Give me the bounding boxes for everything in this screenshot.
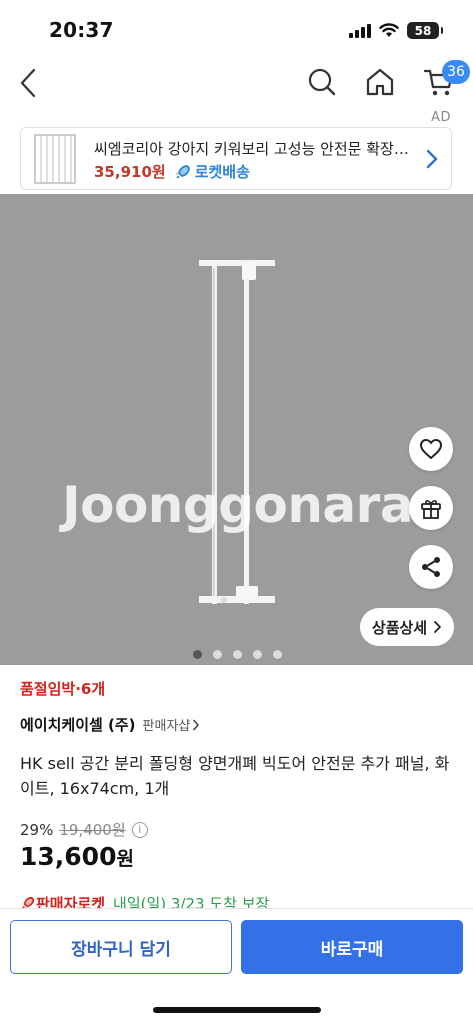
wishlist-button[interactable] xyxy=(409,427,453,471)
watermark-logo: Joonggonara xyxy=(62,476,414,534)
cart-count-badge: 36 xyxy=(442,60,470,84)
status-time: 20:37 xyxy=(49,18,114,42)
status-icons: 58 xyxy=(349,22,443,39)
seller-shop-link[interactable]: 판매자샵 xyxy=(143,715,201,734)
sale-price: 13,600원 xyxy=(20,842,134,871)
original-price: 19,400원 xyxy=(59,821,126,839)
discount-row: 29% 19,400원 i xyxy=(20,819,148,840)
sale-price-value: 13,600 xyxy=(20,842,117,871)
home-indicator xyxy=(153,1007,321,1013)
rocket-icon xyxy=(175,164,190,179)
delivery-date: 내일(일) 3/23 도착 보장 xyxy=(113,895,270,909)
share-button[interactable] xyxy=(409,545,453,589)
add-to-cart-button[interactable]: 장바구니 담기 xyxy=(10,920,232,974)
seller-row: 에이치케이셀 (주) 판매자샵 xyxy=(20,714,200,735)
buy-now-button[interactable]: 바로구매 xyxy=(241,920,463,974)
battery-indicator: 58 xyxy=(407,22,443,39)
discount-rate: 29% xyxy=(20,820,54,839)
ad-title: 씨엠코리아 강아지 키워보리 고성능 안전문 확장패널 xyxy=(94,140,414,158)
seller-rocket-text: 판매자로켓 xyxy=(36,895,106,909)
gallery-dot[interactable] xyxy=(233,650,242,659)
product-image-gallery[interactable]: Joonggonara 상품상세 xyxy=(0,194,473,665)
heart-icon xyxy=(420,439,442,459)
chevron-right-icon xyxy=(426,149,438,169)
gallery-dot[interactable] xyxy=(273,650,282,659)
ad-product-thumbnail xyxy=(29,131,81,187)
battery-level: 58 xyxy=(414,23,432,38)
delivery-info: 판매자로켓 내일(일) 3/23 도착 보장 xyxy=(20,893,269,909)
bottom-action-bar: 장바구니 담기 바로구매 xyxy=(0,908,473,1024)
seller-shop-label: 판매자샵 xyxy=(142,719,191,734)
info-icon[interactable]: i xyxy=(131,821,148,838)
gallery-dot[interactable] xyxy=(253,650,262,659)
wifi-icon xyxy=(379,23,399,37)
ad-price: 35,910원 xyxy=(94,163,166,181)
seller-rocket-badge: 판매자로켓 xyxy=(20,893,105,909)
rocket-delivery-text: 로켓배송 xyxy=(194,163,250,181)
gallery-pagination[interactable] xyxy=(193,650,282,659)
top-nav-bar xyxy=(0,58,473,108)
stock-warning: 품절임박·6개 xyxy=(20,680,106,698)
status-bar: 20:37 58 xyxy=(0,0,473,58)
rocket-icon xyxy=(22,896,35,909)
home-icon[interactable] xyxy=(364,66,396,98)
gallery-dot[interactable] xyxy=(193,650,202,659)
ad-banner[interactable]: 씨엠코리아 강아지 키워보리 고성능 안전문 확장패널 35,910원 로켓배송 xyxy=(20,127,452,190)
product-detail-label: 상품상세 xyxy=(371,618,428,637)
chevron-right-icon xyxy=(193,719,200,730)
gallery-dot[interactable] xyxy=(213,650,222,659)
gift-icon xyxy=(421,500,441,519)
product-detail-button[interactable]: 상품상세 xyxy=(360,608,454,646)
ad-price-row: 35,910원 로켓배송 xyxy=(94,161,250,182)
signal-icon xyxy=(349,23,371,38)
seller-name: 에이치케이셀 (주) xyxy=(20,716,136,734)
chevron-right-icon xyxy=(434,621,441,633)
chevron-left-icon[interactable] xyxy=(14,66,44,100)
ad-label: AD xyxy=(431,110,451,125)
product-image xyxy=(199,260,275,604)
sale-price-unit: 원 xyxy=(116,848,134,870)
gift-button[interactable] xyxy=(409,486,453,530)
share-icon xyxy=(422,557,440,577)
search-icon[interactable] xyxy=(306,66,338,98)
rocket-delivery-label: 로켓배송 xyxy=(174,161,250,182)
product-title: HK sell 공간 분리 폴딩형 양면개폐 빅도어 안전문 추가 패널, 화이… xyxy=(20,754,450,798)
